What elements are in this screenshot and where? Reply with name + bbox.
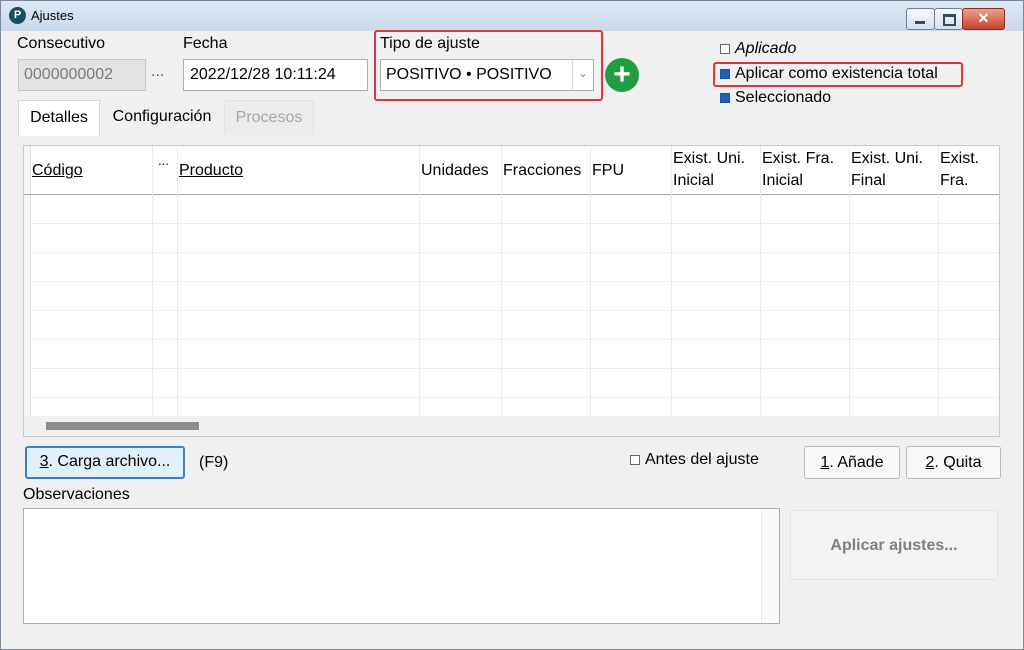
chevron-down-icon[interactable]: ⌄ (572, 60, 593, 90)
seleccionado-label: Seleccionado (735, 89, 832, 106)
row-divider (32, 252, 999, 253)
title-bar: P Ajustes ✕ (1, 1, 1023, 31)
maximize-button[interactable] (934, 8, 963, 30)
aplicado-label: Aplicado (735, 40, 797, 57)
column-header-codigo[interactable]: Código (32, 160, 83, 182)
tab-detalles[interactable]: Detalles (18, 100, 100, 136)
add-shortcut-key: 1 (820, 454, 830, 471)
consecutivo-field[interactable]: 0000000002 (18, 59, 146, 91)
carga-shortcut-hint: (F9) (199, 454, 229, 471)
column-header-exist-uni-final[interactable]: Exist. Uni. Final (851, 148, 935, 192)
close-button[interactable]: ✕ (962, 8, 1005, 30)
tab-configuracion[interactable]: Configuración (102, 100, 222, 135)
carga-archivo-label: . Carga archivo... (48, 453, 171, 470)
aplicado-checkbox[interactable] (720, 44, 730, 54)
column-header-fracciones[interactable]: Fracciones (503, 160, 581, 182)
column-header-unidades[interactable]: Unidades (421, 160, 489, 182)
window-title: Ajustes (31, 8, 74, 23)
close-icon: ✕ (977, 10, 990, 26)
plus-circle-icon[interactable]: + (605, 58, 639, 92)
column-header-ellipsis[interactable]: ... (158, 150, 169, 172)
vertical-scrollbar[interactable] (761, 509, 779, 623)
row-divider (32, 339, 999, 340)
antes-ajuste-label: Antes del ajuste (645, 451, 759, 468)
column-header-producto[interactable]: Producto (179, 160, 243, 182)
maximize-icon (943, 14, 956, 26)
observaciones-label: Observaciones (23, 486, 130, 503)
remove-row-button[interactable]: 2. Quita (906, 446, 1001, 479)
observaciones-textarea[interactable] (23, 508, 780, 624)
row-divider (32, 281, 999, 282)
tab-procesos: Procesos (224, 100, 314, 135)
existencia-total-label: Aplicar como existencia total (735, 65, 938, 82)
carga-archivo-button[interactable]: 3. Carga archivo... (25, 446, 185, 479)
scrollbar-thumb[interactable] (46, 422, 199, 430)
column-header-exist-uni-inicial[interactable]: Exist. Uni. Inicial (673, 148, 757, 192)
row-divider (32, 310, 999, 311)
fecha-field[interactable]: 2022/12/28 10:11:24 (183, 59, 368, 91)
detalles-grid[interactable]: Código ... Producto Unidades Fracciones … (23, 145, 1000, 437)
ajustes-window: P Ajustes ✕ Consecutivo 0000000002 ... F… (0, 0, 1024, 650)
minimize-icon (915, 21, 925, 24)
horizontal-scrollbar[interactable] (24, 416, 999, 436)
minimize-button[interactable] (906, 8, 935, 30)
column-header-exist-fra-final[interactable]: Exist. Fra. Final (940, 148, 996, 194)
tipo-ajuste-select[interactable]: POSITIVO • POSITIVO ⌄ (380, 59, 594, 91)
fecha-label: Fecha (183, 35, 228, 52)
add-row-button[interactable]: 1. Añade (804, 446, 900, 479)
remove-row-label: . Quita (934, 454, 982, 471)
antes-ajuste-checkbox[interactable] (630, 455, 640, 465)
carga-shortcut-key: 3 (39, 453, 49, 470)
seleccionado-checkbox[interactable] (720, 93, 730, 103)
tipo-ajuste-value: POSITIVO • POSITIVO (386, 66, 552, 83)
existencia-total-checkbox[interactable] (720, 69, 730, 79)
app-logo-icon: P (9, 7, 26, 24)
consecutivo-browse-button[interactable]: ... (151, 63, 164, 81)
column-header-fpu[interactable]: FPU (592, 160, 624, 182)
tipo-ajuste-label: Tipo de ajuste (380, 35, 480, 52)
row-divider (32, 397, 999, 398)
add-row-label: . Añade (829, 454, 884, 471)
row-divider (32, 368, 999, 369)
aplicar-ajustes-button: Aplicar ajustes... (790, 510, 998, 580)
row-divider (32, 223, 999, 224)
consecutivo-label: Consecutivo (17, 35, 106, 52)
column-header-exist-fra-inicial[interactable]: Exist. Fra. Inicial (762, 148, 846, 192)
